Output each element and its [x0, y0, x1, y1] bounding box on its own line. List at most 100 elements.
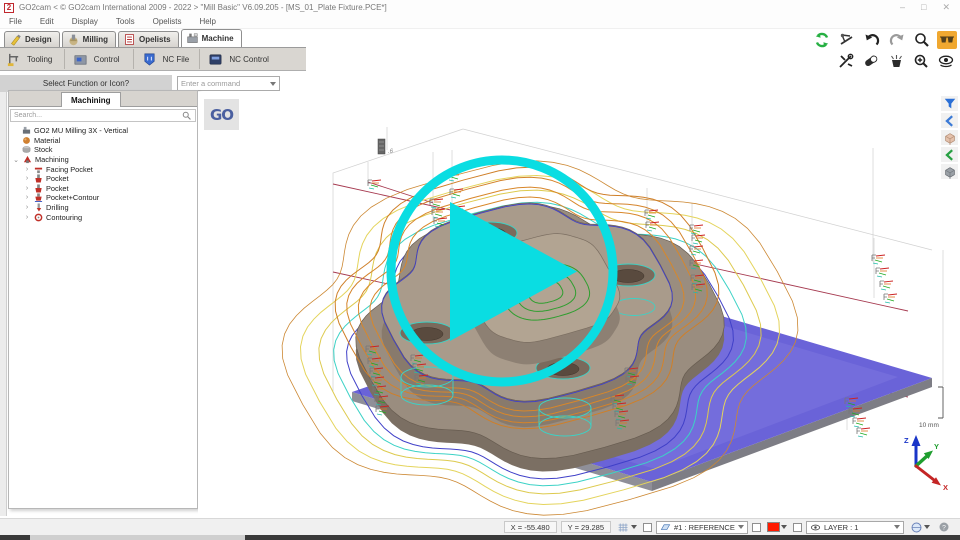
- part-button[interactable]: [941, 130, 958, 145]
- command-combobox[interactable]: Enter a command: [177, 76, 280, 91]
- tree-item-contouring[interactable]: ›Contouring: [9, 212, 197, 222]
- opelists-icon: [123, 33, 136, 46]
- grid-button[interactable]: [615, 521, 639, 534]
- chevron-left-green-button[interactable]: [941, 147, 958, 162]
- solid-button[interactable]: [941, 164, 958, 179]
- tree-item-machining[interactable]: ⌄Machining: [9, 155, 197, 165]
- plane-icon: [660, 522, 671, 533]
- expander-icon[interactable]: ›: [23, 194, 31, 201]
- control-icon: [73, 52, 88, 67]
- filter-icon: [943, 97, 957, 111]
- video-progress-bar[interactable]: [0, 535, 960, 540]
- tree-item-drilling[interactable]: › Drilling: [9, 203, 197, 213]
- zoom-icon: [914, 32, 930, 48]
- chevron-left-blue-icon: [943, 114, 957, 128]
- search-input[interactable]: Search...: [10, 109, 196, 122]
- chevron-down-icon: [270, 82, 276, 86]
- chevron-left-blue-button[interactable]: [941, 113, 958, 128]
- pocket-icon: [34, 184, 43, 193]
- view-rotate-icon: [938, 53, 954, 69]
- app-logo-icon: 2: [4, 3, 14, 13]
- tooling-icon: [6, 52, 21, 67]
- tree-item-facing-pocket[interactable]: › Facing Pocket: [9, 164, 197, 174]
- pocket-contour-icon: [34, 193, 43, 202]
- glasses-button[interactable]: [937, 31, 957, 49]
- control-button[interactable]: Control: [67, 48, 131, 70]
- tab-machining[interactable]: Machining: [61, 92, 121, 107]
- redo-icon: [889, 32, 905, 48]
- panel-tab-strip: Machining: [9, 91, 197, 107]
- menu-help[interactable]: Help: [191, 17, 225, 26]
- expander-icon[interactable]: ›: [23, 214, 31, 221]
- layer-combobox[interactable]: LAYER : 1: [806, 521, 904, 534]
- y-coordinate: Y = 29.285: [561, 521, 611, 533]
- viewport-3d[interactable]: .6 10 mm Z Y X: [198, 92, 960, 518]
- zoom-button[interactable]: [912, 31, 932, 49]
- facing-pocket-icon: [34, 165, 43, 174]
- tree-item-pocket-contour[interactable]: ›Pocket+Contour: [9, 193, 197, 203]
- eraser-button[interactable]: [861, 52, 881, 70]
- color-picker[interactable]: [765, 521, 789, 534]
- filter-button[interactable]: [941, 96, 958, 111]
- undo-button[interactable]: [862, 31, 882, 49]
- button-label: NC Control: [229, 55, 269, 64]
- expander-icon[interactable]: ⌄: [12, 156, 20, 164]
- clean-button[interactable]: [886, 52, 906, 70]
- nc-control-button[interactable]: NC Control: [202, 48, 306, 70]
- tooling-button[interactable]: Tooling: [0, 48, 62, 70]
- tree-item-label: Facing Pocket: [46, 165, 93, 174]
- reference-value: #1 : REFERENCE: [674, 523, 735, 532]
- tab-label: Machine: [202, 34, 234, 43]
- tab-milling[interactable]: Milling: [62, 31, 116, 47]
- caliper-button[interactable]: [837, 31, 857, 49]
- separator: [199, 49, 200, 69]
- view-rotate-button[interactable]: [936, 52, 956, 70]
- tree-item-label: Pocket: [46, 174, 69, 183]
- tree-item-label: Drilling: [46, 203, 69, 212]
- tab-machine[interactable]: Machine: [181, 29, 242, 47]
- separator: [64, 49, 65, 69]
- menu-file[interactable]: File: [0, 17, 31, 26]
- menu-opelists[interactable]: Opelists: [144, 17, 191, 26]
- tree-item-label: Material: [34, 136, 60, 145]
- tree-item-label: GO2 MU Milling 3X - Vertical: [34, 126, 128, 135]
- redo-button[interactable]: [887, 31, 907, 49]
- left-edge-strip: [0, 92, 7, 516]
- reference-combobox[interactable]: #1 : REFERENCE: [656, 521, 748, 534]
- layer-value: LAYER : 1: [824, 523, 858, 532]
- view-toolbar: [941, 96, 958, 179]
- color-checkbox[interactable]: [752, 523, 761, 532]
- maximize-button[interactable]: □: [921, 2, 926, 13]
- title-bar: 2 GO2cam < © GO2cam International 2009 -…: [0, 0, 960, 15]
- expander-icon[interactable]: ›: [23, 204, 31, 211]
- refresh-button[interactable]: [812, 31, 832, 49]
- menu-display[interactable]: Display: [63, 17, 107, 26]
- help-button[interactable]: ?: [936, 521, 952, 534]
- zoom-fit-button[interactable]: [911, 52, 931, 70]
- app-window: 2 GO2cam < © GO2cam International 2009 -…: [0, 0, 960, 540]
- tree-item-go2-mu-milling-3x-vertical[interactable]: GO2 MU Milling 3X - Vertical: [9, 126, 197, 136]
- svg-text:10 mm: 10 mm: [919, 422, 939, 429]
- tree-item-stock[interactable]: Stock: [9, 145, 197, 155]
- expander-icon[interactable]: ›: [23, 185, 31, 192]
- machine-icon: [186, 32, 199, 45]
- nc-file-button[interactable]: NC File: [136, 48, 198, 70]
- sphere-view-button[interactable]: [908, 521, 932, 534]
- tree-item-material[interactable]: Material: [9, 136, 197, 146]
- close-button[interactable]: ✕: [942, 2, 950, 13]
- menu-edit[interactable]: Edit: [31, 17, 63, 26]
- expander-icon[interactable]: ›: [23, 166, 31, 173]
- tree-item-pocket[interactable]: ›Pocket: [9, 184, 197, 194]
- tools-button[interactable]: [836, 52, 856, 70]
- tree-item-pocket[interactable]: › Pocket: [9, 174, 197, 184]
- sphere-icon: [910, 521, 923, 534]
- minimize-button[interactable]: –: [900, 2, 905, 13]
- menu-tools[interactable]: Tools: [107, 17, 144, 26]
- nc-file-icon: [142, 52, 157, 67]
- reference-checkbox[interactable]: [643, 523, 652, 532]
- layer-checkbox[interactable]: [793, 523, 802, 532]
- tab-opelists[interactable]: Opelists: [118, 31, 179, 47]
- tab-design[interactable]: Design: [4, 31, 60, 47]
- expander-icon[interactable]: ›: [23, 175, 31, 182]
- window-title: GO2cam < © GO2cam International 2009 - 2…: [19, 3, 387, 12]
